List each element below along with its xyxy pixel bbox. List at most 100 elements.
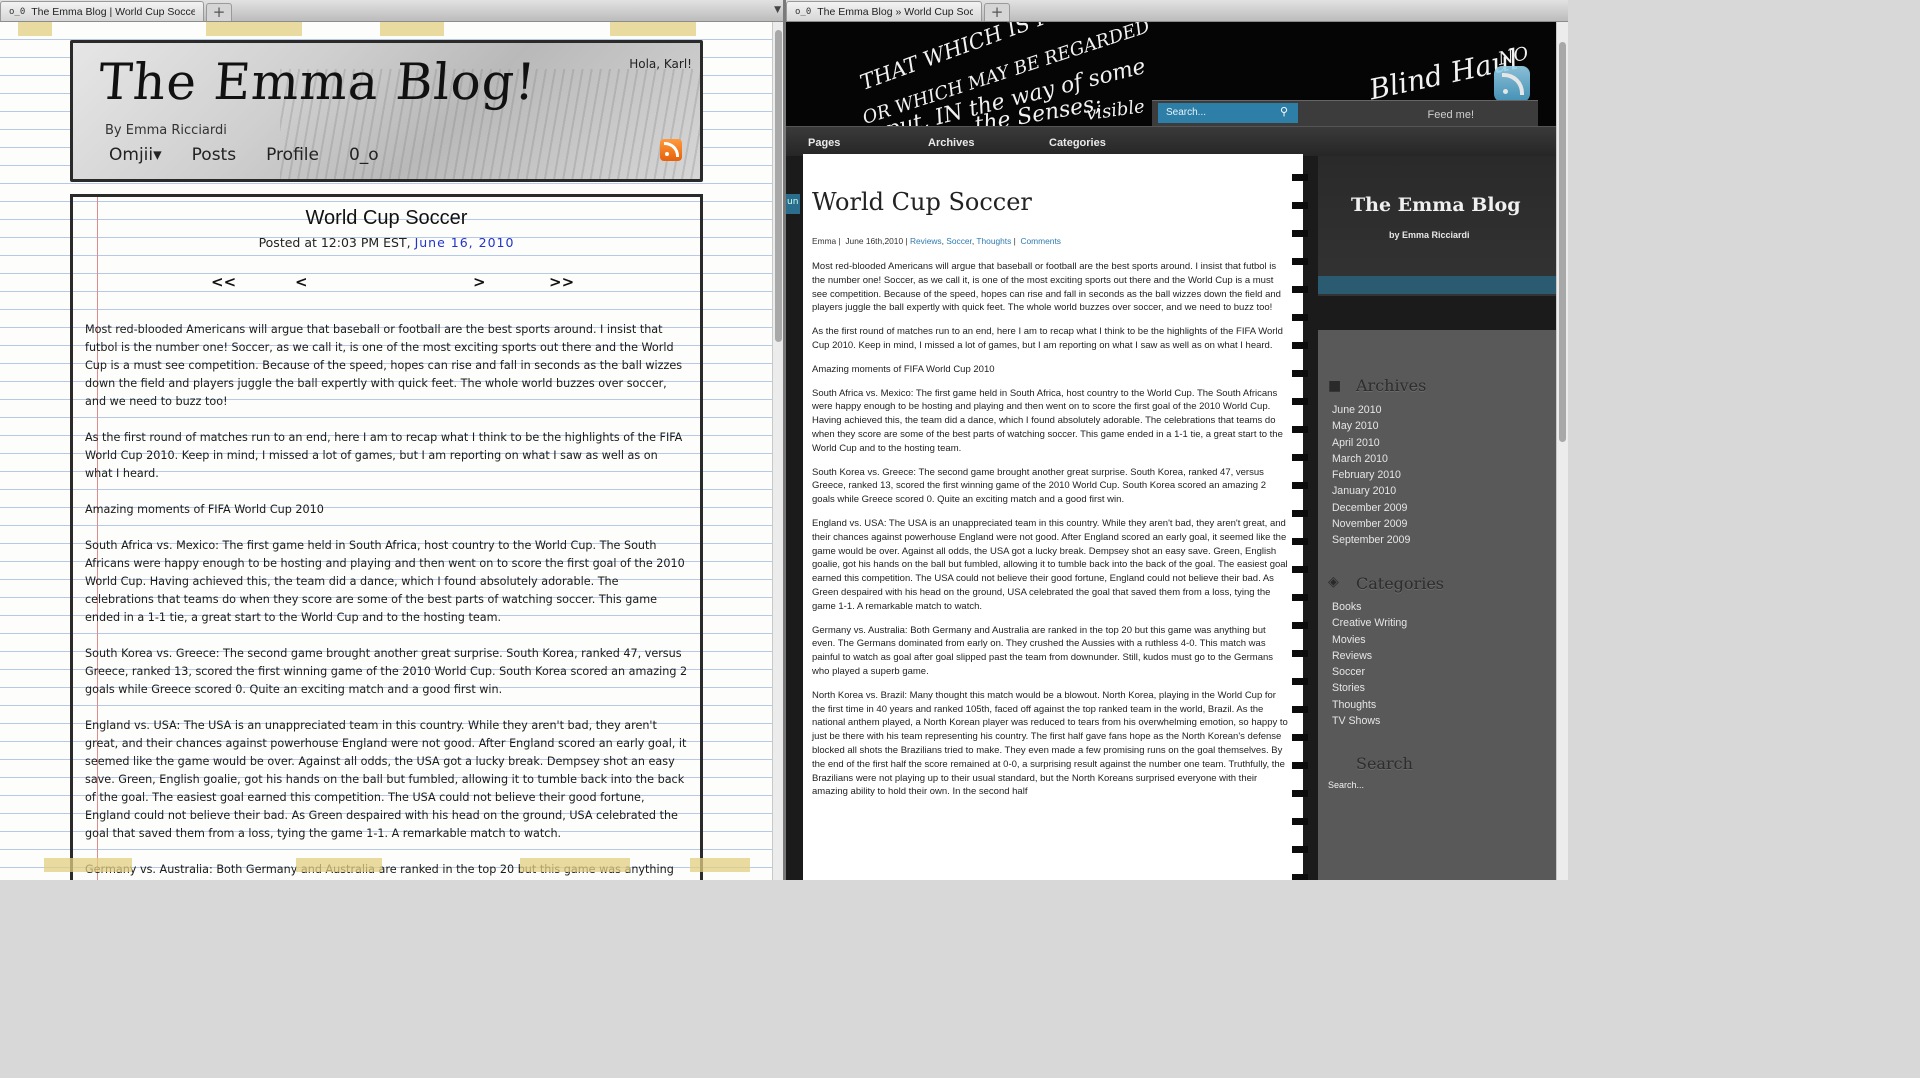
new-tab-button[interactable]: + (206, 3, 232, 21)
nav-pages[interactable]: Pages (808, 137, 840, 149)
user-greeting: Hola, Karl! (629, 57, 692, 71)
archive-link[interactable]: January 2010 (1332, 483, 1410, 499)
post-subheading: Amazing moments of FIFA World Cup 2010 (812, 363, 995, 375)
next-post-button[interactable]: > (473, 273, 486, 291)
tag-link-thoughts[interactable]: Thoughts (976, 236, 1011, 246)
sidebar-header (1318, 156, 1556, 296)
tape-decoration (380, 22, 444, 36)
search-heading: Search (1356, 754, 1413, 773)
archive-link[interactable]: December 2009 (1332, 500, 1410, 516)
post-paragraph: South Korea vs. Greece: The second game … (812, 466, 1266, 506)
posted-prefix: Posted at 12:03 PM EST, (258, 235, 411, 250)
archive-link[interactable]: February 2010 (1332, 467, 1410, 483)
post-subheading: Amazing moments of FIFA World Cup 2010 (85, 503, 324, 516)
post-title: World Cup Soccer (305, 207, 468, 229)
site-name[interactable]: The Emma Blog (1351, 194, 1521, 216)
nav-archives[interactable]: Archives (928, 137, 974, 149)
tab-title: The Emma Blog | World Cup Soccer (31, 5, 195, 18)
category-link[interactable]: Thoughts (1332, 697, 1407, 713)
post-paragraph: England vs. USA: The USA is an unappreci… (812, 517, 1288, 612)
archive-link[interactable]: March 2010 (1332, 451, 1410, 467)
tape-decoration (610, 22, 696, 36)
post-paragraph: England vs. USA: The USA is an unappreci… (85, 719, 687, 840)
left-scrollbar[interactable] (772, 22, 783, 880)
blog-header: The Emma Blog! By Emma Ricciardi Hola, K… (70, 40, 703, 182)
tag-icon: ◈ (1328, 574, 1339, 590)
tape-decoration (296, 858, 382, 872)
post-meta: Emma | June 16th,2010 | Reviews, Soccer,… (812, 236, 1061, 246)
post-paragraph: As the first round of matches run to an … (812, 326, 1283, 351)
post-author: Emma (812, 236, 837, 246)
last-post-button[interactable]: >> (549, 273, 574, 291)
header-search-bar: Search... ⚲ Feed me! (1152, 100, 1538, 126)
nav-omjii-menu[interactable]: Omjii▾ (109, 145, 162, 165)
category-link[interactable]: Books (1332, 599, 1407, 615)
categories-list: Books Creative Writing Movies Reviews So… (1332, 599, 1407, 729)
archive-link[interactable]: June 2010 (1332, 402, 1410, 418)
right-scrollbar-thumb[interactable] (1559, 42, 1566, 442)
category-link[interactable]: Soccer (1332, 664, 1407, 680)
archive-link[interactable]: May 2010 (1332, 418, 1410, 434)
tape-decoration (44, 858, 132, 872)
post-date-link[interactable]: June 16, 2010 (415, 235, 515, 250)
edge-tab: un (786, 194, 800, 214)
archives-list: June 2010 May 2010 April 2010 March 2010… (1332, 402, 1410, 549)
left-browser-tab[interactable]: o_0 The Emma Blog | World Cup Soccer (0, 1, 204, 21)
post-title[interactable]: World Cup Soccer (812, 188, 1032, 216)
tag-link-soccer[interactable]: Soccer (946, 236, 972, 246)
left-page-content: The Emma Blog! By Emma Ricciardi Hola, K… (0, 22, 772, 880)
post-article: World Cup Soccer Posted at 12:03 PM EST,… (70, 194, 703, 880)
header-search-input[interactable]: Search... (1158, 103, 1298, 123)
category-link[interactable]: TV Shows (1332, 713, 1407, 729)
post-body: Most red-blooded Americans will argue th… (812, 260, 1289, 809)
search-icon[interactable]: ⚲ (1280, 105, 1294, 119)
tape-decoration (206, 22, 302, 36)
post-date: June 16th,2010 (845, 236, 904, 246)
previous-post-button[interactable]: < (295, 273, 308, 291)
post-paragraph: Most red-blooded Americans will argue th… (812, 261, 1281, 314)
left-scrollbar-thumb[interactable] (775, 30, 782, 342)
site-byline: by Emma Ricciardi (1389, 230, 1470, 240)
category-link[interactable]: Stories (1332, 680, 1407, 696)
post-paragraph: Germany vs. Australia: Both Germany and … (812, 624, 1274, 677)
category-link[interactable]: Reviews (1332, 648, 1407, 664)
post-paragraph: North Korea vs. Brazil: Many thought thi… (812, 689, 1288, 798)
blog-title[interactable]: The Emma Blog! (97, 53, 538, 111)
archives-heading: Archives (1356, 376, 1427, 395)
rss-feed-icon[interactable] (1494, 66, 1530, 102)
post-timestamp: Posted at 12:03 PM EST, June 16, 2010 (73, 235, 700, 250)
sidebar-search-input[interactable]: Search... (1328, 780, 1364, 790)
post-body: Most red-blooded Americans will argue th… (85, 321, 688, 880)
post-article: World Cup Soccer Emma | June 16th,2010 |… (803, 154, 1303, 880)
tape-decoration (18, 22, 52, 36)
rss-feed-icon[interactable] (660, 139, 682, 161)
main-nav: Pages Archives Categories (786, 126, 1556, 156)
site-favicon-icon: o_0 (9, 6, 26, 17)
nav-categories[interactable]: Categories (1049, 137, 1106, 149)
right-browser-tab[interactable]: o_0 The Emma Blog » World Cup Soccer (786, 1, 982, 21)
right-scrollbar[interactable] (1556, 22, 1568, 880)
tape-decoration (520, 858, 630, 872)
header-nav: Omjii▾ Posts Profile 0_o (109, 145, 379, 165)
right-tab-bar: o_0 The Emma Blog » World Cup Soccer + (786, 0, 1568, 22)
nav-profile[interactable]: Profile (266, 145, 319, 165)
tab-overflow-menu-icon[interactable]: ▼ (774, 5, 781, 15)
tag-link-reviews[interactable]: Reviews (910, 236, 942, 246)
post-paragraph: South Africa vs. Mexico: The first game … (812, 387, 1283, 454)
first-post-button[interactable]: << (211, 273, 236, 291)
feed-me-link[interactable]: Feed me! (1428, 109, 1474, 121)
post-paragraph: South Africa vs. Mexico: The first game … (85, 539, 685, 624)
left-tab-bar: o_0 The Emma Blog | World Cup Soccer + ▼ (0, 0, 783, 22)
archive-link[interactable]: September 2009 (1332, 532, 1410, 548)
new-tab-button[interactable]: + (984, 3, 1010, 21)
archive-link[interactable]: November 2009 (1332, 516, 1410, 532)
comments-link[interactable]: Comments (1020, 236, 1061, 246)
right-page-content: THAT WHICH IS PUT OR WHICH MAY BE REGARD… (786, 22, 1556, 880)
category-link[interactable]: Creative Writing (1332, 615, 1407, 631)
nav-emoticon[interactable]: 0_o (349, 145, 379, 165)
blog-byline: By Emma Ricciardi (105, 123, 227, 138)
archive-link[interactable]: April 2010 (1332, 435, 1410, 451)
post-paragraph: As the first round of matches run to an … (85, 431, 683, 480)
nav-posts[interactable]: Posts (192, 145, 236, 165)
category-link[interactable]: Movies (1332, 632, 1407, 648)
